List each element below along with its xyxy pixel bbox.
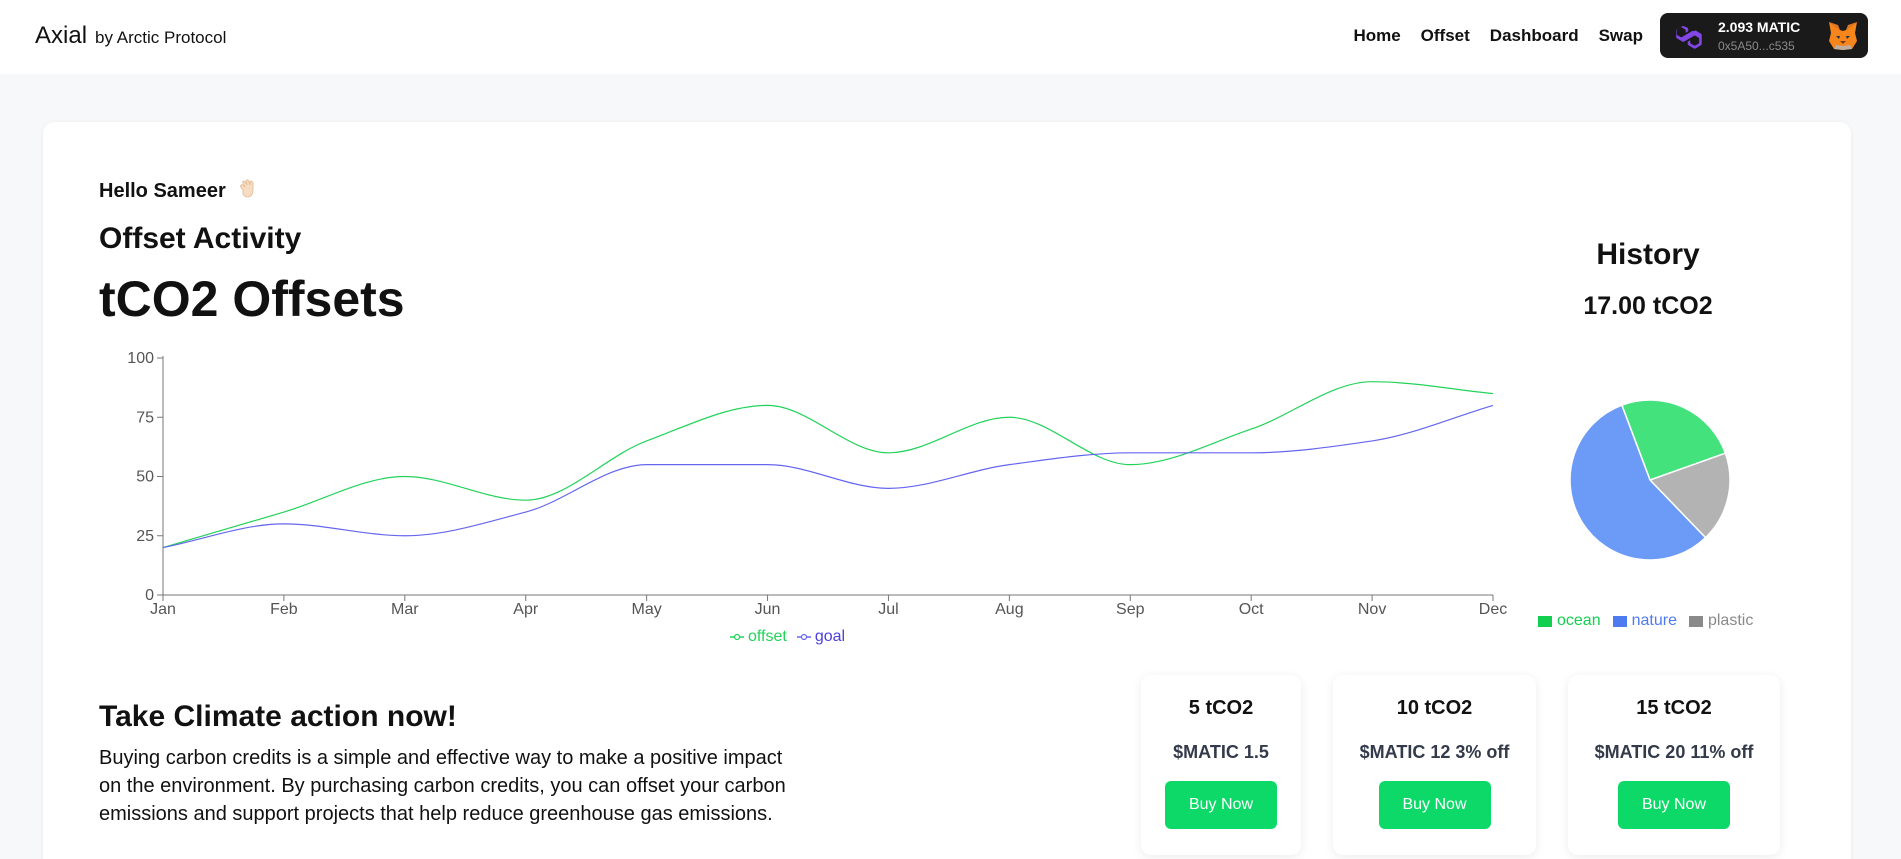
x-tick-label: Nov <box>1358 601 1386 618</box>
offer-price: $MATIC 20 11% off <box>1594 742 1754 762</box>
brand-subtitle: by Arctic Protocol <box>95 28 227 47</box>
x-tick-label: Oct <box>1239 601 1264 618</box>
polygon-icon <box>1676 25 1702 49</box>
legend-goal-label: goal <box>814 628 846 645</box>
legend-plastic[interactable]: plastic <box>1688 612 1754 630</box>
legend-nature[interactable]: nature <box>1612 612 1677 630</box>
offset-line-chart: 0255075100Jan Feb Mar Apr May Jun Jul Aug Sep Oct… <box>127 350 1507 618</box>
offer-price: $MATIC 1.5 <box>1173 742 1269 762</box>
wallet-info: 2.093 MATIC 0x5A50...c535 <box>1718 19 1826 53</box>
buy-now-button[interactable]: Buy Now <box>1618 781 1730 829</box>
x-tick-label: Jun <box>755 601 781 618</box>
top-bar: Axial by Arctic Protocol Home Offset Das… <box>0 0 1901 74</box>
x-tick-label: Jul <box>878 601 898 618</box>
line-marker-icon <box>796 633 811 641</box>
nav-swap[interactable]: Swap <box>1599 26 1643 46</box>
offer-amount: 10 tCO2 <box>1396 697 1473 719</box>
nav-home[interactable]: Home <box>1353 26 1400 46</box>
legend-nature-label: nature <box>1631 612 1677 629</box>
x-tick-label: Apr <box>513 601 539 618</box>
nav-offset[interactable]: Offset <box>1421 26 1470 46</box>
buy-now-button[interactable]: Buy Now <box>1378 781 1491 829</box>
main-nav: Home Offset Dashboard Swap <box>1353 26 1643 46</box>
wallet-button[interactable]: 2.093 MATIC 0x5A50...c535 <box>1660 13 1868 58</box>
offer-amount: 5 tCO2 <box>1188 697 1254 719</box>
legend-ocean[interactable]: ocean <box>1538 612 1601 630</box>
legend-ocean-label: ocean <box>1557 612 1601 629</box>
history-total: 17.00 tCO2 <box>1583 292 1713 320</box>
buy-now-button[interactable]: Buy Now <box>1165 781 1277 829</box>
x-tick-label: Sep <box>1116 601 1145 618</box>
y-tick-label: 75 <box>136 409 154 426</box>
page-title: tCO2 Offsets <box>99 271 405 327</box>
metamask-fox-icon <box>1829 21 1857 50</box>
cta-title: Take Climate action now! <box>99 700 457 733</box>
offer-price: $MATIC 12 3% off <box>1359 742 1510 762</box>
offer-card-15: 15 tCO2 $MATIC 20 11% off Buy Now <box>1568 675 1780 855</box>
greeting-text: Hello Sameer <box>99 180 226 202</box>
history-title: History <box>1596 238 1700 271</box>
offer-amount: 15 tCO2 <box>1636 697 1712 719</box>
line-marker-icon <box>730 633 744 641</box>
x-tick-label: Dec <box>1479 601 1507 618</box>
x-tick-label: May <box>632 601 662 618</box>
nav-dashboard[interactable]: Dashboard <box>1490 26 1579 46</box>
legend-swatch <box>1612 615 1627 627</box>
x-tick-label: Aug <box>995 601 1023 618</box>
legend-offset[interactable]: offset <box>730 628 787 646</box>
brand[interactable]: Axial by Arctic Protocol <box>35 22 226 50</box>
x-tick-label: Mar <box>391 601 419 618</box>
brand-name: Axial <box>35 22 88 49</box>
greeting: Hello Sameer <box>99 178 259 203</box>
pie-chart-legend: ocean nature plastic <box>1538 612 1753 630</box>
y-tick-label: 100 <box>127 350 154 367</box>
legend-swatch <box>1688 615 1703 627</box>
offer-card-5: 5 tCO2 $MATIC 1.5 Buy Now <box>1141 675 1301 855</box>
wallet-balance: 2.093 MATIC <box>1718 18 1801 35</box>
cta-body: Buying carbon credits is a simple and ef… <box>99 747 786 825</box>
section-title: Offset Activity <box>99 222 302 255</box>
wallet-address: 0x5A50...c535 <box>1718 38 1795 53</box>
line-chart-legend: offset goal <box>730 628 845 646</box>
history-pie-chart <box>1569 399 1731 561</box>
y-tick-label: 25 <box>136 528 154 545</box>
series-line-offset <box>162 381 1494 549</box>
legend-plastic-label: plastic <box>1707 612 1754 629</box>
offer-card-10: 10 tCO2 $MATIC 12 3% off Buy Now <box>1333 675 1536 855</box>
waving-hand-icon <box>240 179 254 198</box>
series-line-goal <box>162 404 1494 549</box>
legend-offset-label: offset <box>748 628 787 645</box>
x-tick-label: Jan <box>150 601 176 618</box>
x-tick-label: Feb <box>270 601 298 618</box>
legend-goal[interactable]: goal <box>796 628 846 646</box>
legend-swatch <box>1538 615 1552 627</box>
y-tick-label: 50 <box>136 469 154 486</box>
